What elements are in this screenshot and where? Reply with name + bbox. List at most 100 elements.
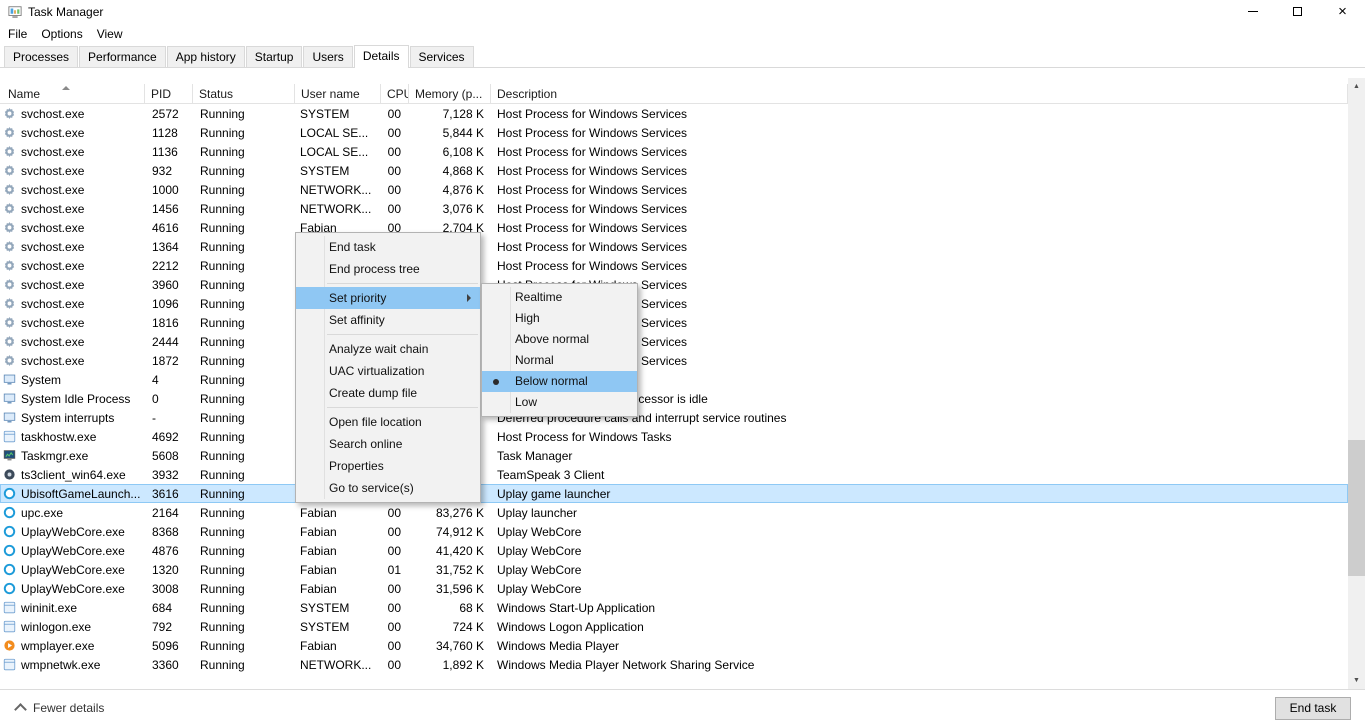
tab-app-history[interactable]: App history xyxy=(166,46,245,67)
menu-item-low[interactable]: Low xyxy=(482,392,637,413)
menu-item-label: UAC virtualization xyxy=(329,364,425,378)
scroll-up-arrow-icon[interactable]: ▲ xyxy=(1348,78,1365,95)
process-row[interactable]: UplayWebCore.exe 4876 Running Fabian 00 41,42… xyxy=(0,541,1348,560)
process-name: wmplayer.exe xyxy=(21,638,95,653)
process-status-cell: Running xyxy=(200,106,245,121)
process-row[interactable]: UplayWebCore.exe 1320 Running Fabian 01 31,75… xyxy=(0,560,1348,579)
menu-item-label: Search online xyxy=(329,437,403,451)
process-row[interactable]: svchost.exe 2572 Running SYSTEM 00 7,128 K Hos… xyxy=(0,104,1348,123)
maximize-button[interactable] xyxy=(1275,0,1320,23)
process-row[interactable]: taskhostw.exe 4692 Running Host Process for… xyxy=(0,427,1348,446)
menu-item-label: Above normal xyxy=(515,332,590,346)
menu-item-set-priority[interactable]: Set priority xyxy=(296,287,480,309)
menu-item-open-file-location[interactable]: Open file location xyxy=(296,411,480,433)
menu-item-realtime[interactable]: Realtime xyxy=(482,287,637,308)
process-row[interactable]: svchost.exe2444RunningHost Process for W… xyxy=(0,332,1348,351)
process-row[interactable]: svchost.exe 4616 Running Fabian 00 2,704 K Hos… xyxy=(0,218,1348,237)
process-row[interactable]: winlogon.exe 792 Running SYSTEM 00 724 K Windo… xyxy=(0,617,1348,636)
tab-details[interactable]: Details xyxy=(353,45,409,68)
column-header-name[interactable]: Name xyxy=(0,84,145,103)
tab-performance[interactable]: Performance xyxy=(79,46,166,67)
menu-item-properties[interactable]: Properties xyxy=(296,455,480,477)
process-user-cell: Fabian xyxy=(300,581,337,596)
process-row[interactable]: svchost.exe1872RunningHost Process for W… xyxy=(0,351,1348,370)
menu-item-above-normal[interactable]: Above normal xyxy=(482,329,637,350)
process-row[interactable]: Taskmgr.exe 5608 Running Task Manager xyxy=(0,446,1348,465)
process-row[interactable]: UplayWebCore.exe 8368 Running Fabian 00 74,91… xyxy=(0,522,1348,541)
close-button[interactable] xyxy=(1320,0,1365,23)
process-row[interactable]: wininit.exe 684 Running SYSTEM 00 68 K Windows… xyxy=(0,598,1348,617)
table-header-row: Name PID Status User name CPU Memory (p... Des… xyxy=(0,84,1348,104)
process-row[interactable]: System interrupts - Running Deferred proced… xyxy=(0,408,1348,427)
process-row[interactable]: UbisoftGameLaunch... 3616 Running Uplay gam… xyxy=(0,484,1348,503)
menubar-item-file[interactable]: File xyxy=(8,25,34,43)
process-row[interactable]: System 4 Running xyxy=(0,370,1348,389)
menu-item-end-process-tree[interactable]: End process tree xyxy=(296,258,480,280)
column-header-user[interactable]: User name xyxy=(295,84,381,103)
process-row[interactable]: svchost.exe 1000 Running NETWORK... 00 4,876 … xyxy=(0,180,1348,199)
tab-services[interactable]: Services xyxy=(409,46,474,67)
process-row[interactable]: wmpnetwk.exe 3360 Running NETWORK... 00 1,892… xyxy=(0,655,1348,674)
menu-item-below-normal[interactable]: Below normal xyxy=(482,371,637,392)
process-row[interactable]: svchost.exe 932 Running SYSTEM 00 4,868 K Host… xyxy=(0,161,1348,180)
column-header-mem[interactable]: Memory (p... xyxy=(409,84,491,103)
menu-item-end-task[interactable]: End task xyxy=(296,236,480,258)
vertical-scrollbar[interactable]: ▲ ▼ xyxy=(1348,78,1365,689)
process-row[interactable]: System Idle Process0RunningPercentage of… xyxy=(0,389,1348,408)
menu-item-high[interactable]: High xyxy=(482,308,637,329)
menu-item-normal[interactable]: Normal xyxy=(482,350,637,371)
menubar-item-view[interactable]: View xyxy=(97,25,130,43)
process-pid-cell: 4616 xyxy=(152,220,179,235)
process-row[interactable]: wmplayer.exe 5096 Running Fabian 00 34,760 K W… xyxy=(0,636,1348,655)
process-name-cell: svchost.exe xyxy=(0,202,145,216)
process-row[interactable]: svchost.exe1096RunningHost Process for W… xyxy=(0,294,1348,313)
process-row[interactable]: UplayWebCore.exe 3008 Running Fabian 00 31,59… xyxy=(0,579,1348,598)
menu-item-set-affinity[interactable]: Set affinity xyxy=(296,309,480,331)
process-status-cell: Running xyxy=(200,486,245,501)
process-cpu-cell: 00 xyxy=(387,524,401,539)
fewer-details-toggle[interactable]: Fewer details xyxy=(14,701,104,716)
process-description-cell: Host Process for Windows Services xyxy=(497,163,688,178)
tab-processes[interactable]: Processes xyxy=(4,46,79,67)
wmp-icon xyxy=(3,639,16,652)
process-row[interactable]: svchost.exe 1456 Running NETWORK... 00 3,076 … xyxy=(0,199,1348,218)
menu-item-label: Low xyxy=(515,395,538,409)
column-header-status[interactable]: Status xyxy=(193,84,295,103)
svchost-icon xyxy=(3,278,16,291)
process-row[interactable]: svchost.exe 1136 Running LOCAL SE... 00 6,108… xyxy=(0,142,1348,161)
menubar-item-options[interactable]: Options xyxy=(41,25,89,43)
system-icon xyxy=(3,373,16,386)
tab-users[interactable]: Users xyxy=(303,46,353,67)
process-row[interactable]: upc.exe 2164 Running Fabian 00 83,276 K Uplay … xyxy=(0,503,1348,522)
scroll-down-arrow-icon[interactable]: ▼ xyxy=(1348,672,1365,689)
menu-item-create-dump-file[interactable]: Create dump file xyxy=(296,382,480,404)
process-row[interactable]: svchost.exe1816RunningHost Process for W… xyxy=(0,313,1348,332)
process-row[interactable]: ts3client_win64.exe 3932 Running TeamSpeak … xyxy=(0,465,1348,484)
menu-item-go-to-service-s[interactable]: Go to service(s) xyxy=(296,477,480,499)
process-row[interactable]: svchost.exe3960RunningHost Process for W… xyxy=(0,275,1348,294)
end-task-button[interactable]: End task xyxy=(1275,696,1351,720)
process-name-cell: svchost.exe xyxy=(0,221,145,235)
scrollbar-thumb[interactable] xyxy=(1348,440,1365,576)
menu-item-label: High xyxy=(515,311,540,325)
menu-item-analyze-wait-chain[interactable]: Analyze wait chain xyxy=(296,338,480,360)
process-user-cell: SYSTEM xyxy=(300,106,350,121)
minimize-button[interactable] xyxy=(1230,0,1275,23)
process-memory-cell: 724 K xyxy=(452,619,484,634)
column-header-desc[interactable]: Description xyxy=(491,84,1348,103)
menu-item-search-online[interactable]: Search online xyxy=(296,433,480,455)
column-header-pid[interactable]: PID xyxy=(145,84,193,103)
column-header-cpu[interactable]: CPU xyxy=(381,84,409,103)
process-description-cell: Host Process for Windows Services xyxy=(497,125,688,140)
process-status-cell: Running xyxy=(200,638,245,653)
process-memory-cell: 41,420 K xyxy=(435,543,484,558)
menu-item-uac-virtualization[interactable]: UAC virtualization xyxy=(296,360,480,382)
process-row[interactable]: svchost.exe 1364 Running Host Process for W… xyxy=(0,237,1348,256)
tab-bar: Processes Performance App history Startup Us… xyxy=(0,44,1365,68)
process-description-cell: Windows Logon Application xyxy=(497,619,644,634)
process-row[interactable]: svchost.exe 2212 Running Host Process for W… xyxy=(0,256,1348,275)
process-cpu-cell: 00 xyxy=(387,505,401,520)
process-pid-cell: 1364 xyxy=(152,239,179,254)
process-row[interactable]: svchost.exe 1128 Running LOCAL SE... 00 5,844… xyxy=(0,123,1348,142)
tab-startup[interactable]: Startup xyxy=(245,46,303,67)
